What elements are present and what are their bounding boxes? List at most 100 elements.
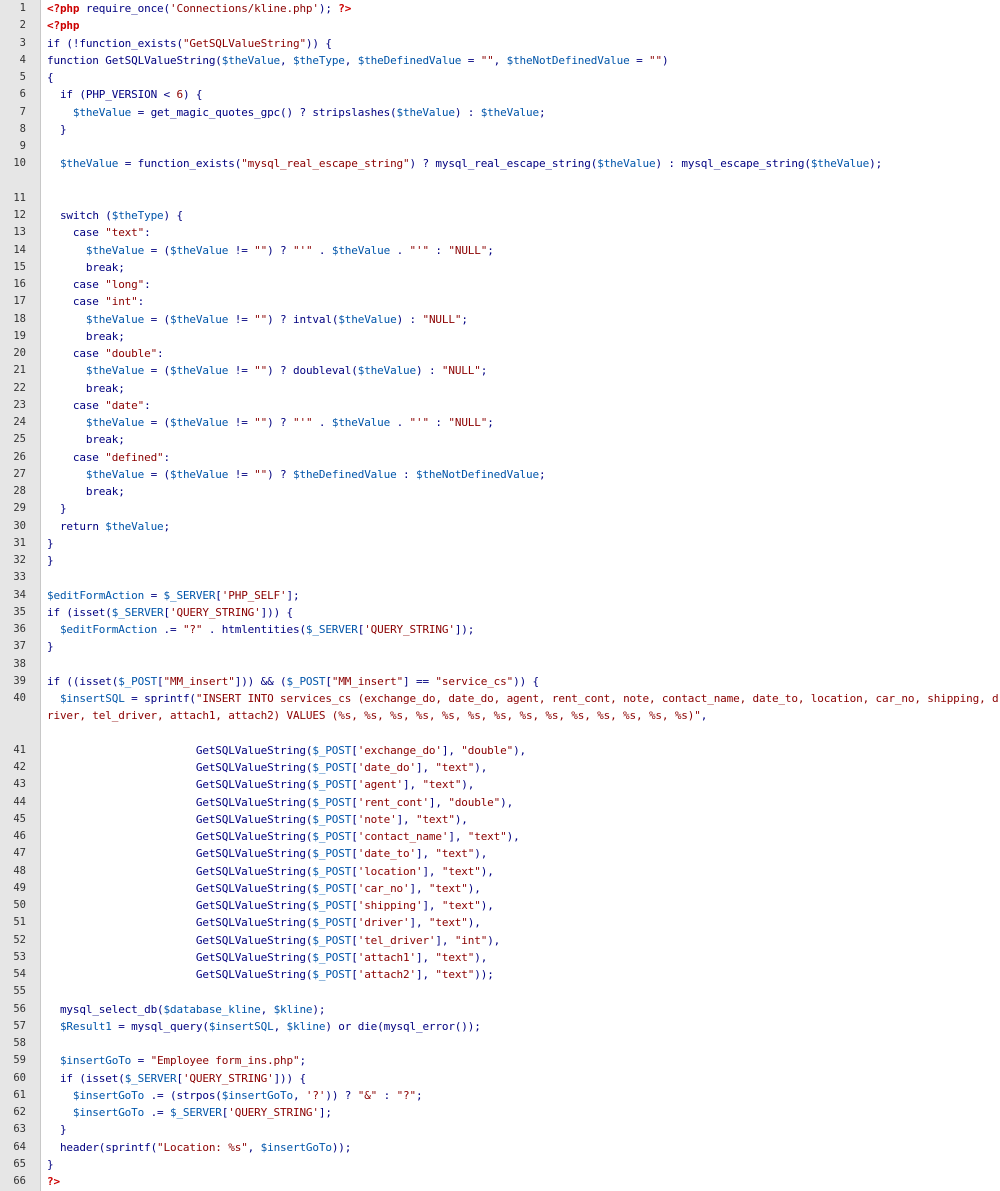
code-token: :: [163, 450, 171, 464]
code-token: ) or die(mysql_error());: [325, 1019, 481, 1033]
code-line[interactable]: 65}: [0, 1156, 1000, 1173]
code-line[interactable]: 21 $theValue = ($theValue != "") ? doubl…: [0, 362, 1000, 379]
code-line[interactable]: 33: [0, 569, 1000, 586]
code-line[interactable]: 29 }: [0, 500, 1000, 517]
code-token: ),: [513, 743, 527, 757]
code-line[interactable]: 62 $insertGoTo .= $_SERVER['QUERY_STRING…: [0, 1104, 1000, 1121]
line-text: break;: [47, 380, 1000, 397]
code-line[interactable]: 10 $theValue = function_exists("mysql_re…: [0, 155, 1000, 190]
code-token: $theValue: [480, 105, 539, 119]
code-line[interactable]: 13 case "text":: [0, 224, 1000, 241]
code-line[interactable]: 17 case "int":: [0, 293, 1000, 310]
code-line[interactable]: 15 break;: [0, 259, 1000, 276]
line-number: 44: [13, 795, 26, 808]
code-line[interactable]: 4 function GetSQLValueString($theValue, $…: [0, 52, 1000, 69]
code-line[interactable]: 59 $insertGoTo = "Employee form_ins.php"…: [0, 1052, 1000, 1069]
line-text: $editFormAction = $_SERVER['PHP_SELF'];: [47, 587, 1000, 604]
line-number: 38: [13, 657, 26, 670]
code-line[interactable]: 3 if (!function_exists("GetSQLValueString…: [0, 35, 1000, 52]
code-line[interactable]: 66 ?>: [0, 1173, 1000, 1190]
code-line[interactable]: 26 case "defined":: [0, 449, 1000, 466]
code-line[interactable]: 34 $editFormAction = $_SERVER['PHP_SELF']…: [0, 587, 1000, 604]
code-line[interactable]: 6 if (PHP_VERSION < 6) {: [0, 86, 1000, 103]
code-token: $theValue: [810, 157, 870, 171]
code-line[interactable]: 49 GetSQLValueString($_POST['car_no'], "…: [0, 880, 1000, 897]
code-line[interactable]: 52 GetSQLValueString($_POST['tel_driver'…: [0, 932, 1000, 949]
code-line[interactable]: 42 GetSQLValueString($_POST['date_do'], …: [0, 759, 1000, 776]
code-line[interactable]: 32}: [0, 552, 1000, 569]
code-line[interactable]: 38: [0, 656, 1000, 673]
code-line[interactable]: 37}: [0, 638, 1000, 655]
code-line[interactable]: 14 $theValue = ($theValue != "") ? "'" .…: [0, 242, 1000, 259]
code-line[interactable]: 60 if (isset($_SERVER['QUERY_STRING'])) …: [0, 1070, 1000, 1087]
code-line[interactable]: 16 case "long":: [0, 276, 1000, 293]
code-line[interactable]: 23 case "date":: [0, 397, 1000, 414]
code-line[interactable]: 1 <?php require_once('Connections/kline.p…: [0, 0, 1000, 17]
code-token: ): [661, 53, 669, 67]
code-line[interactable]: 20 case "double":: [0, 345, 1000, 362]
code-line[interactable]: 39 if ((isset($_POST["MM_insert"])) && ($…: [0, 673, 1000, 690]
code-line[interactable]: 41 GetSQLValueString($_POST['exchange_do…: [0, 742, 1000, 759]
code-line[interactable]: 9: [0, 138, 1000, 155]
code-area[interactable]: 1 <?php require_once('Connections/kline.p…: [0, 0, 1000, 1190]
line-text: <?php require_once('Connections/kline.ph…: [47, 0, 1000, 17]
code-token: =: [461, 53, 481, 67]
code-line[interactable]: 25 break;: [0, 431, 1000, 448]
code-line[interactable]: 56 mysql_select_db($database_kline, $kli…: [0, 1001, 1000, 1018]
code-line[interactable]: 27 $theValue = ($theValue != "") ? $theD…: [0, 466, 1000, 483]
code-token: $kline: [273, 1002, 313, 1016]
code-editor[interactable]: 1 <?php require_once('Connections/kline.p…: [0, 0, 1000, 1191]
code-line[interactable]: 36 $editFormAction .= "?" . htmlentities…: [0, 621, 1000, 638]
code-line[interactable]: 18 $theValue = ($theValue != "") ? intva…: [0, 311, 1000, 328]
code-line[interactable]: 19 break;: [0, 328, 1000, 345]
code-line[interactable]: 40 $insertSQL = sprintf("INSERT INTO ser…: [0, 690, 1000, 742]
line-text: switch ($theType) {: [47, 207, 1000, 224]
code-line[interactable]: 43 GetSQLValueString($_POST['agent'], "t…: [0, 776, 1000, 793]
code-token: case: [47, 347, 106, 360]
code-line[interactable]: 2 <?php: [0, 17, 1000, 34]
code-token: 'shipping': [357, 899, 423, 912]
code-token: "": [254, 312, 268, 326]
code-line[interactable]: 63 }: [0, 1121, 1000, 1138]
code-line[interactable]: 57 $Result1 = mysql_query($insertSQL, $k…: [0, 1018, 1000, 1035]
code-line[interactable]: 48 GetSQLValueString($_POST['location'],…: [0, 863, 1000, 880]
line-number: 61: [13, 1088, 26, 1101]
code-token: 'car_no': [357, 881, 410, 895]
code-line[interactable]: 30 return $theValue;: [0, 518, 1000, 535]
code-line[interactable]: 11: [0, 190, 1000, 207]
code-line[interactable]: 51 GetSQLValueString($_POST['driver'], "…: [0, 914, 1000, 931]
code-line[interactable]: 50 GetSQLValueString($_POST['shipping'],…: [0, 897, 1000, 914]
code-line[interactable]: 64 header(sprintf("Location: %s", $inser…: [0, 1139, 1000, 1156]
code-line[interactable]: 8 }: [0, 121, 1000, 138]
code-line[interactable]: 31}: [0, 535, 1000, 552]
code-token: "'": [409, 416, 430, 429]
code-token: ),: [487, 933, 501, 947]
code-line[interactable]: 58: [0, 1035, 1000, 1052]
code-line[interactable]: 35 if (isset($_SERVER['QUERY_STRING'])) {: [0, 604, 1000, 621]
code-token: .: [312, 243, 332, 257]
code-token: ,: [280, 53, 293, 67]
code-line[interactable]: 5{: [0, 69, 1000, 86]
code-line[interactable]: 12 switch ($theType) {: [0, 207, 1000, 224]
line-number: 55: [13, 985, 26, 998]
code-token: .=: [144, 1106, 170, 1119]
code-line[interactable]: 45 GetSQLValueString($_POST['note'], "te…: [0, 811, 1000, 828]
code-line[interactable]: 28 break;: [0, 483, 1000, 500]
code-line[interactable]: 7 $theValue = get_magic_quotes_gpc() ? s…: [0, 104, 1000, 121]
code-line[interactable]: 47 GetSQLValueString($_POST['date_to'], …: [0, 845, 1000, 862]
code-line[interactable]: 53 GetSQLValueString($_POST['attach1'], …: [0, 949, 1000, 966]
code-line[interactable]: 54 GetSQLValueString($_POST['attach2'], …: [0, 966, 1000, 983]
code-token: = mysql_query(: [111, 1019, 209, 1033]
code-line[interactable]: 22 break;: [0, 380, 1000, 397]
code-line[interactable]: 61 $insertGoTo .= (strpos($insertGoTo, '…: [0, 1087, 1000, 1104]
code-token: ],: [448, 830, 468, 843]
code-token: 'rent_cont': [357, 795, 429, 809]
code-line[interactable]: 24 $theValue = ($theValue != "") ? "'" .…: [0, 414, 1000, 431]
code-token: :: [396, 467, 416, 481]
line-text: $insertSQL = sprintf("INSERT INTO servic…: [47, 690, 1000, 725]
line-text: }: [47, 638, 1000, 655]
code-line[interactable]: 46 GetSQLValueString($_POST['contact_nam…: [0, 828, 1000, 845]
code-line[interactable]: 55: [0, 983, 1000, 1000]
code-line[interactable]: 44 GetSQLValueString($_POST['rent_cont']…: [0, 794, 1000, 811]
